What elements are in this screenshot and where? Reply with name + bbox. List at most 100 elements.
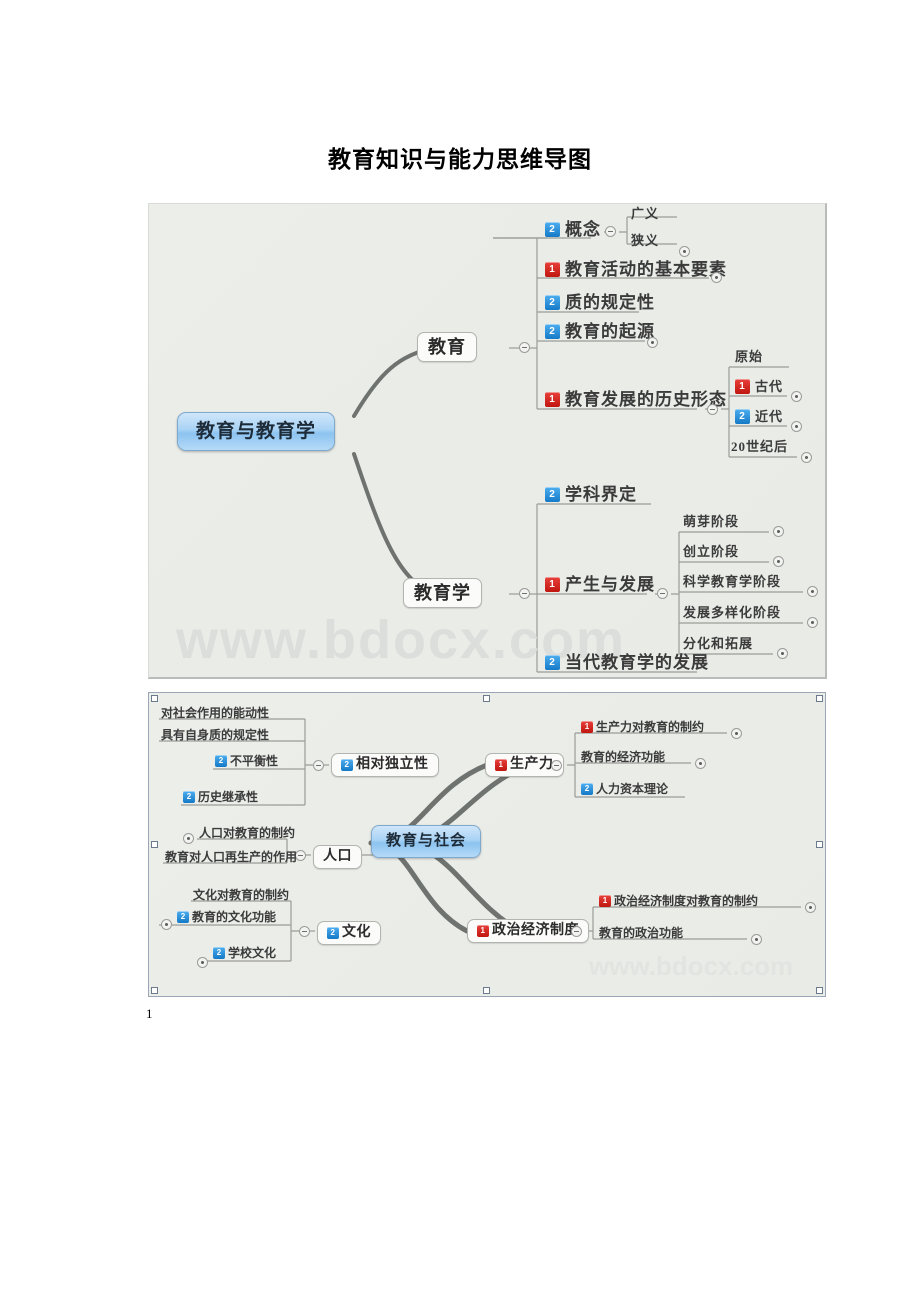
flag-icon-1: 1: [495, 759, 507, 771]
node-culture-function[interactable]: 2 教育的文化功能: [177, 911, 276, 924]
node-contemporary-pedagogy[interactable]: 2 当代教育学的发展: [545, 654, 709, 672]
flag-icon-2: 2: [545, 655, 560, 670]
expand-dot-education-origin[interactable]: [647, 337, 658, 348]
expand-dot-stage-differentiation[interactable]: [777, 648, 788, 659]
node-historical-forms[interactable]: 1 教育发展的历史形态: [545, 391, 727, 409]
node-education-origin[interactable]: 2 教育的起源: [545, 323, 655, 341]
expand-dot-post-20c[interactable]: [801, 452, 812, 463]
flag-icon-1: 1: [545, 392, 560, 407]
node-relative-independence[interactable]: 2 相对独立性: [331, 753, 439, 777]
node-stage-founding: 创立阶段: [683, 545, 739, 559]
node-human-capital-label: 人力资本理论: [596, 782, 669, 796]
node-historical-forms-label: 教育发展的历史形态: [565, 390, 727, 409]
flag-icon-2: 2: [177, 911, 189, 923]
expand-dot-economic-function[interactable]: [695, 758, 706, 769]
expand-dot-political-constraint[interactable]: [805, 902, 816, 913]
node-historical-inheritance[interactable]: 2 历史继承性: [183, 791, 258, 804]
node-broad-sense: 广义: [631, 207, 659, 221]
expand-dot-ancient[interactable]: [791, 391, 802, 402]
node-narrow-sense: 狭义: [631, 234, 659, 248]
node-political-economic-system-label: 政治经济制度: [492, 923, 579, 938]
node-primitive: 原始: [735, 350, 763, 364]
node-ancient[interactable]: 1 古代: [735, 379, 783, 395]
node-origin-development[interactable]: 1 产生与发展: [545, 576, 655, 594]
node-stage-scientific: 科学教育学阶段: [683, 575, 781, 589]
flag-icon-2: 2: [327, 927, 339, 939]
expand-dot-school-culture[interactable]: [197, 957, 208, 968]
expand-dot-narrow-sense[interactable]: [679, 246, 690, 257]
node-education-elements[interactable]: 1 教育活动的基本要素: [545, 261, 727, 279]
mindmap1-root-node[interactable]: 教育与教育学: [177, 412, 336, 451]
node-population-constraint: 人口对教育的制约: [199, 827, 295, 840]
mindmap-figure-education[interactable]: www.bdocx.com 教育与教育学 教育 2 概念 广义 狭义 1 教育活…: [148, 203, 827, 679]
expand-dot-stage-founding[interactable]: [773, 556, 784, 567]
node-qualitative-nature-label: 质的规定性: [565, 293, 655, 312]
expand-dot-productivity-constraint[interactable]: [731, 728, 742, 739]
node-population-constraint-label: 人口对教育的制约: [199, 826, 296, 840]
collapse-toggle-origin-development[interactable]: [657, 588, 668, 599]
node-political-function-label: 教育的政治功能: [599, 926, 684, 940]
collapse-toggle-pedagogy[interactable]: [519, 588, 530, 599]
selection-handle-s[interactable]: [483, 987, 490, 994]
node-qualitative-nature[interactable]: 2 质的规定性: [545, 294, 655, 312]
expand-dot-stage-diversified[interactable]: [807, 617, 818, 628]
node-social-agency-label: 对社会作用的能动性: [161, 706, 270, 720]
expand-dot-population-constraint[interactable]: [183, 833, 194, 844]
node-population[interactable]: 人口: [313, 845, 362, 869]
page-title: 教育知识与能力思维导图: [328, 147, 592, 172]
node-culture-constraint: 文化对教育的制约: [193, 889, 289, 902]
node-pedagogy[interactable]: 教育学: [403, 578, 482, 608]
flag-icon-2: 2: [581, 783, 593, 795]
node-discipline-definition[interactable]: 2 学科界定: [545, 486, 637, 504]
collapse-toggle-relative-independence[interactable]: [313, 760, 324, 771]
node-school-culture[interactable]: 2 学校文化: [213, 947, 276, 960]
collapse-toggle-education[interactable]: [519, 342, 530, 353]
node-concept[interactable]: 2 概念: [545, 221, 601, 239]
node-modern[interactable]: 2 近代: [735, 409, 783, 425]
expand-dot-culture-function[interactable]: [161, 919, 172, 930]
node-political-constraint[interactable]: 1 政治经济制度对教育的制约: [599, 895, 758, 908]
collapse-toggle-historical-forms[interactable]: [707, 404, 718, 415]
expand-dot-stage-scientific[interactable]: [807, 586, 818, 597]
collapse-toggle-concept[interactable]: [605, 226, 616, 237]
collapse-toggle-productivity[interactable]: [551, 760, 562, 771]
collapse-toggle-political-economic-system[interactable]: [571, 926, 582, 937]
collapse-toggle-culture[interactable]: [299, 926, 310, 937]
node-origin-development-label: 产生与发展: [565, 575, 655, 594]
node-stage-differentiation: 分化和拓展: [683, 637, 753, 651]
expand-dot-modern[interactable]: [791, 421, 802, 432]
root2-label: 教育与社会: [386, 833, 467, 849]
node-productivity-constraint[interactable]: 1 生产力对教育的制约: [581, 721, 704, 734]
flag-icon-2: 2: [183, 791, 195, 803]
selection-handle-sw[interactable]: [151, 987, 158, 994]
selection-handle-e[interactable]: [816, 841, 823, 848]
mindmap-figure-society[interactable]: www.bdocx.com 教育与社会 2 相对独立性 对社会作用的能动性 具有…: [148, 692, 826, 997]
node-economic-function: 教育的经济功能: [581, 751, 665, 764]
expand-dot-education-elements[interactable]: [711, 272, 722, 283]
flag-icon-1: 1: [477, 925, 489, 937]
flag-icon-2: 2: [545, 295, 560, 310]
node-narrow-sense-label: 狭义: [631, 233, 660, 248]
node-concept-label: 概念: [565, 220, 601, 239]
selection-handle-n[interactable]: [483, 695, 490, 702]
expand-dot-political-function[interactable]: [751, 934, 762, 945]
selection-handle-ne[interactable]: [816, 695, 823, 702]
node-education-origin-label: 教育的起源: [565, 322, 655, 341]
selection-handle-se[interactable]: [816, 987, 823, 994]
mindmap2-root-node[interactable]: 教育与社会: [371, 825, 482, 858]
node-culture[interactable]: 2 文化: [317, 921, 381, 945]
node-population-reproduction-label: 教育对人口再生产的作用: [165, 850, 298, 864]
node-discipline-definition-label: 学科界定: [565, 485, 637, 504]
node-imbalance[interactable]: 2 不平衡性: [215, 755, 278, 768]
selection-handle-w[interactable]: [151, 841, 158, 848]
node-stage-scientific-label: 科学教育学阶段: [683, 574, 782, 589]
node-stage-budding-label: 萌芽阶段: [683, 514, 740, 529]
node-education-elements-label: 教育活动的基本要素: [565, 260, 727, 279]
selection-handle-nw[interactable]: [151, 695, 158, 702]
root-label: 教育与教育学: [196, 421, 317, 442]
node-education[interactable]: 教育: [417, 332, 477, 362]
node-culture-constraint-label: 文化对教育的制约: [193, 888, 290, 902]
node-human-capital[interactable]: 2 人力资本理论: [581, 783, 668, 796]
node-broad-sense-label: 广义: [631, 206, 660, 221]
expand-dot-stage-budding[interactable]: [773, 526, 784, 537]
